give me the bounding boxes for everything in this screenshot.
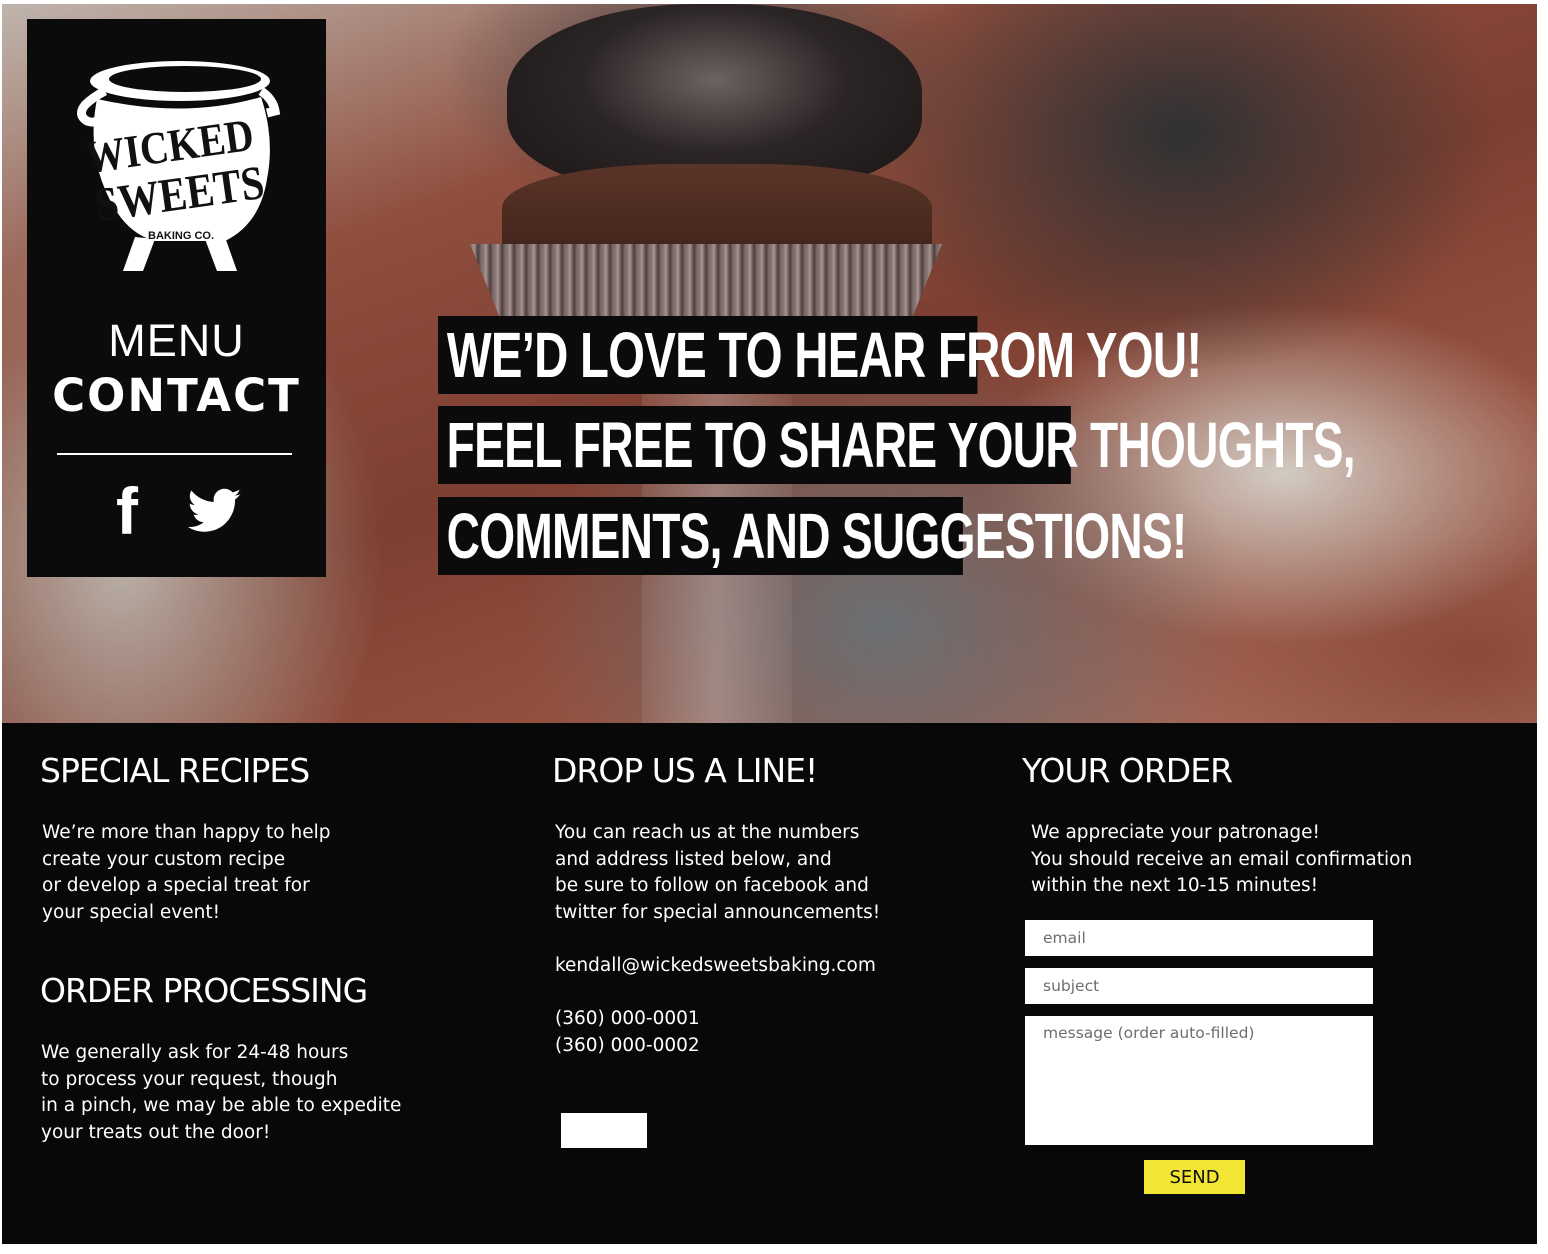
logo-subtext: BAKING CO. bbox=[148, 230, 214, 242]
phone-number-2: (360) 000-0002 bbox=[555, 1035, 700, 1056]
your-order-title: YOUR ORDER bbox=[1022, 751, 1233, 790]
hero-headline-line1: WE’D LOVE TO HEAR FROM YOU! bbox=[438, 316, 1202, 394]
your-order-text: We appreciate your patronage! You should… bbox=[1031, 822, 1413, 896]
contact-email-link[interactable]: kendall@wickedsweetsbaking.com bbox=[555, 953, 876, 980]
special-recipes-text: We’re more than happy to help create you… bbox=[42, 822, 331, 923]
page-frame: WICKED SWEETS BAKING CO. MENU CONTACT f … bbox=[2, 4, 1537, 1244]
twitter-bird-glyph bbox=[188, 488, 242, 532]
blank-button-box[interactable] bbox=[561, 1113, 647, 1148]
nav-contact-link[interactable]: CONTACT bbox=[27, 369, 326, 422]
facebook-icon[interactable]: f bbox=[97, 474, 157, 548]
nav-divider bbox=[57, 453, 292, 455]
hero-headline-line2: FEEL FREE TO SHARE YOUR THOUGHTS, bbox=[438, 406, 1356, 484]
subject-field[interactable] bbox=[1025, 968, 1373, 1004]
phone-number-1: (360) 000-0001 bbox=[555, 1008, 700, 1029]
nav-menu-link[interactable]: MENU bbox=[27, 315, 326, 367]
twitter-icon[interactable] bbox=[185, 481, 245, 541]
hero-headline-line3: COMMENTS, AND SUGGESTIONS! bbox=[438, 497, 1187, 575]
contact-info-section: SPECIAL RECIPES We’re more than happy to… bbox=[2, 723, 1537, 1244]
wicked-sweets-logo: WICKED SWEETS BAKING CO. bbox=[77, 61, 281, 271]
hero-section: WICKED SWEETS BAKING CO. MENU CONTACT f … bbox=[2, 4, 1537, 723]
special-recipes-title: SPECIAL RECIPES bbox=[40, 751, 310, 790]
order-processing-text: We generally ask for 24-48 hours to proc… bbox=[41, 1042, 402, 1143]
message-field[interactable] bbox=[1025, 1016, 1373, 1145]
email-field[interactable] bbox=[1025, 920, 1373, 956]
drop-us-a-line-text: You can reach us at the numbers and addr… bbox=[555, 822, 881, 923]
drop-us-a-line-title: DROP US A LINE! bbox=[552, 751, 818, 790]
send-button[interactable]: SEND bbox=[1144, 1160, 1245, 1194]
sidebar: WICKED SWEETS BAKING CO. MENU CONTACT f bbox=[27, 19, 326, 577]
order-processing-title: ORDER PROCESSING bbox=[40, 971, 368, 1010]
